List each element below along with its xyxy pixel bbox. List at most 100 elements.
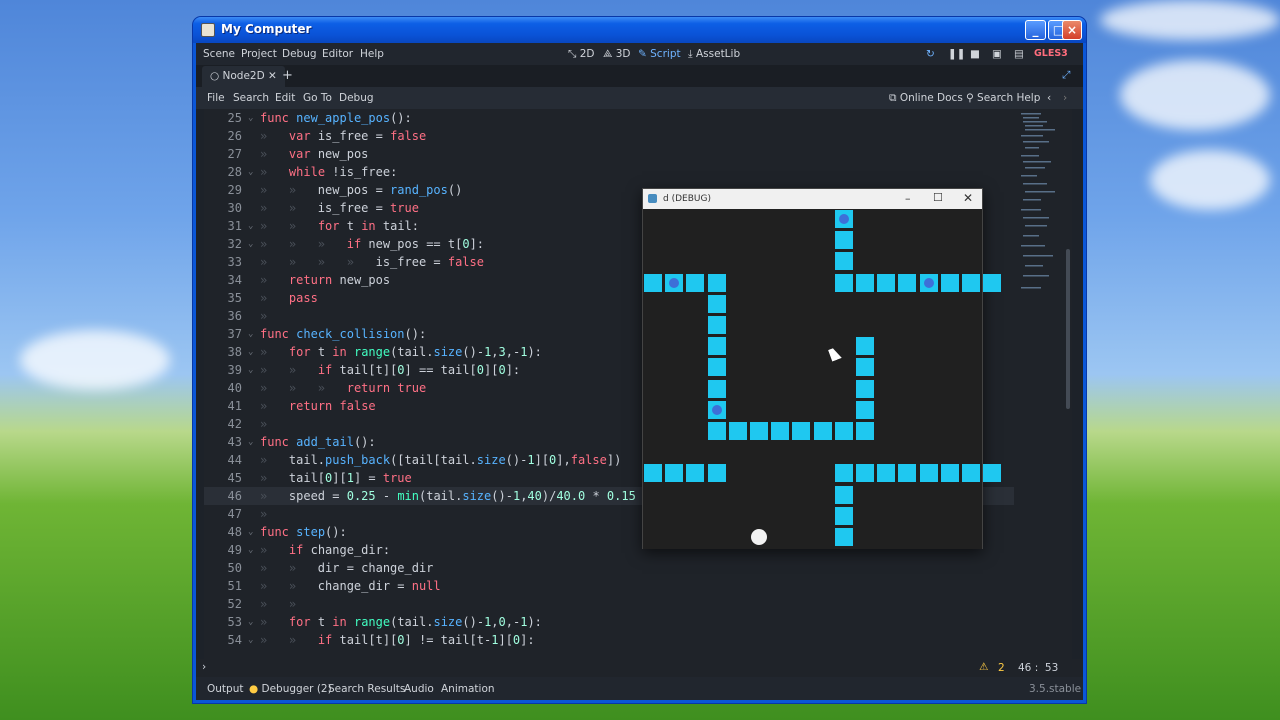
script-menu-goto[interactable]: Go To bbox=[303, 92, 332, 104]
expand-console-icon[interactable]: › bbox=[202, 661, 206, 673]
play-scene-icon[interactable]: ▣ bbox=[992, 48, 1002, 60]
menu-scene[interactable]: Scene bbox=[203, 48, 235, 60]
line-number[interactable]: 51 bbox=[204, 577, 242, 595]
game-title-bar[interactable]: d (DEBUG) – ☐ ✕ bbox=[643, 189, 982, 209]
fold-arrow-icon[interactable]: ⌄ bbox=[248, 361, 253, 379]
code-line[interactable]: 54 ⌄ » » if tail[t][0] != tail[t-1][0]: bbox=[204, 631, 1014, 649]
line-number[interactable]: 30 bbox=[204, 199, 242, 217]
fold-arrow-icon[interactable]: ⌄ bbox=[248, 613, 253, 631]
stop-icon[interactable]: ■ bbox=[970, 48, 980, 60]
minimize-button[interactable]: _ bbox=[1025, 20, 1046, 40]
online-docs-link[interactable]: ⧉ Online Docs bbox=[889, 92, 963, 105]
code-line[interactable]: 25 ⌄ func new_apple_pos(): bbox=[204, 109, 1014, 127]
line-number[interactable]: 31 bbox=[204, 217, 242, 235]
line-number[interactable]: 33 bbox=[204, 253, 242, 271]
code-line[interactable]: 27 » var new_pos bbox=[204, 145, 1014, 163]
close-tab-icon[interactable]: ✕ bbox=[268, 70, 277, 82]
pause-icon[interactable]: ❚❚ bbox=[948, 48, 966, 60]
line-number[interactable]: 26 bbox=[204, 127, 242, 145]
code-line[interactable]: 28 ⌄ » while !is_free: bbox=[204, 163, 1014, 181]
line-number[interactable]: 54 bbox=[204, 631, 242, 649]
workspace-assetlib[interactable]: ⤓ AssetLib bbox=[688, 48, 740, 61]
line-number[interactable]: 45 bbox=[204, 469, 242, 487]
history-forward-icon[interactable]: › bbox=[1063, 92, 1067, 104]
fold-arrow-icon[interactable]: ⌄ bbox=[248, 631, 253, 649]
snake-tile bbox=[834, 273, 853, 292]
play-custom-icon[interactable]: ▤ bbox=[1014, 48, 1024, 60]
debug-game-window[interactable]: d (DEBUG) – ☐ ✕ bbox=[642, 188, 1002, 549]
line-number[interactable]: 32 bbox=[204, 235, 242, 253]
fold-arrow-icon[interactable]: ⌄ bbox=[248, 217, 253, 235]
workspace-script[interactable]: ✎ Script bbox=[638, 48, 681, 60]
menu-debug[interactable]: Debug bbox=[282, 48, 317, 60]
line-number[interactable]: 36 bbox=[204, 307, 242, 325]
menu-editor[interactable]: Editor bbox=[322, 48, 353, 60]
warning-count: 2 bbox=[998, 662, 1005, 674]
code-line[interactable]: 50 » » dir = change_dir bbox=[204, 559, 1014, 577]
line-number[interactable]: 39 bbox=[204, 361, 242, 379]
workspace-2d-label: 2D bbox=[579, 48, 595, 60]
search-help-link[interactable]: ⚲ Search Help bbox=[966, 92, 1040, 104]
line-number[interactable]: 28 bbox=[204, 163, 242, 181]
line-number[interactable]: 34 bbox=[204, 271, 242, 289]
line-number[interactable]: 47 bbox=[204, 505, 242, 523]
line-number[interactable]: 29 bbox=[204, 181, 242, 199]
code-minimap[interactable] bbox=[1019, 111, 1067, 311]
line-number[interactable]: 25 bbox=[204, 109, 242, 127]
tab-audio[interactable]: Audio bbox=[404, 683, 434, 695]
scene-tab[interactable]: ○ Node2D ✕ bbox=[202, 66, 285, 87]
tab-search-results[interactable]: Search Results bbox=[328, 683, 405, 695]
fold-arrow-icon[interactable]: ⌄ bbox=[248, 541, 253, 559]
fold-arrow-icon[interactable]: ⌄ bbox=[248, 433, 253, 451]
code-line[interactable]: 53 ⌄ » for t in range(tail.size()-1,0,-1): bbox=[204, 613, 1014, 631]
code-line[interactable]: 52 » » bbox=[204, 595, 1014, 613]
line-number[interactable]: 48 bbox=[204, 523, 242, 541]
line-number[interactable]: 40 bbox=[204, 379, 242, 397]
line-number[interactable]: 49 bbox=[204, 541, 242, 559]
game-close-button[interactable]: ✕ bbox=[963, 191, 973, 205]
menu-help[interactable]: Help bbox=[360, 48, 384, 60]
code-line[interactable]: 26 » var is_free = false bbox=[204, 127, 1014, 145]
add-tab-button[interactable]: + bbox=[282, 68, 293, 83]
fold-arrow-icon[interactable]: ⌄ bbox=[248, 343, 253, 361]
renderer-label[interactable]: GLES3 bbox=[1034, 48, 1068, 59]
warning-icon[interactable]: ⚠ bbox=[979, 661, 988, 673]
line-number[interactable]: 35 bbox=[204, 289, 242, 307]
reload-icon[interactable]: ↻ bbox=[926, 48, 935, 60]
line-number[interactable]: 44 bbox=[204, 451, 242, 469]
game-canvas[interactable] bbox=[643, 209, 1002, 549]
script-menu-file[interactable]: File bbox=[207, 92, 225, 104]
line-number[interactable]: 27 bbox=[204, 145, 242, 163]
fullscreen-icon[interactable]: ⤢ bbox=[1062, 69, 1070, 82]
tab-animation[interactable]: Animation bbox=[441, 683, 495, 695]
script-menu-edit[interactable]: Edit bbox=[275, 92, 295, 104]
script-menu-debug[interactable]: Debug bbox=[339, 92, 374, 104]
workspace-2d[interactable]: ⤡ 2D bbox=[568, 48, 595, 61]
fold-arrow-icon[interactable]: ⌄ bbox=[248, 235, 253, 253]
tab-debugger[interactable]: ● Debugger (2) bbox=[249, 683, 332, 695]
history-back-icon[interactable]: ‹ bbox=[1047, 92, 1051, 104]
fold-arrow-icon[interactable]: ⌄ bbox=[248, 109, 253, 127]
line-number[interactable]: 37 bbox=[204, 325, 242, 343]
script-menu-search[interactable]: Search bbox=[233, 92, 269, 104]
close-button[interactable]: × bbox=[1062, 20, 1082, 40]
game-maximize-button[interactable]: ☐ bbox=[933, 191, 943, 204]
code-line[interactable]: 51 » » change_dir = null bbox=[204, 577, 1014, 595]
line-number[interactable]: 38 bbox=[204, 343, 242, 361]
line-number[interactable]: 46 bbox=[204, 487, 242, 505]
line-number[interactable]: 43 bbox=[204, 433, 242, 451]
menu-project[interactable]: Project bbox=[241, 48, 277, 60]
line-number[interactable]: 52 bbox=[204, 595, 242, 613]
fold-arrow-icon[interactable]: ⌄ bbox=[248, 325, 253, 343]
xp-title-bar[interactable]: My Computer _ □ × bbox=[193, 17, 1086, 43]
fold-arrow-icon[interactable]: ⌄ bbox=[248, 163, 253, 181]
fold-arrow-icon[interactable]: ⌄ bbox=[248, 523, 253, 541]
line-number[interactable]: 50 bbox=[204, 559, 242, 577]
code-scrollbar[interactable] bbox=[1066, 249, 1070, 409]
line-number[interactable]: 41 bbox=[204, 397, 242, 415]
tab-output[interactable]: Output bbox=[207, 683, 243, 695]
line-number[interactable]: 53 bbox=[204, 613, 242, 631]
line-number[interactable]: 42 bbox=[204, 415, 242, 433]
game-minimize-button[interactable]: – bbox=[905, 192, 911, 205]
workspace-3d[interactable]: ⟁ 3D bbox=[603, 48, 630, 61]
